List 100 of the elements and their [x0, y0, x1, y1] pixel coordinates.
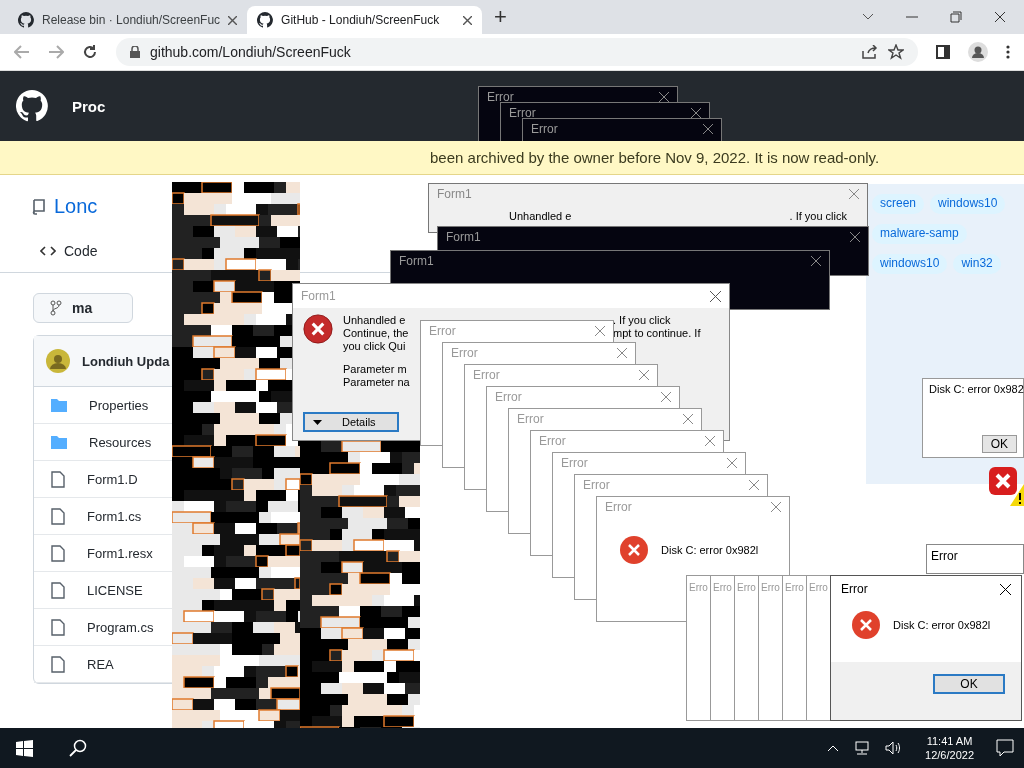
window-title: Error [473, 368, 500, 382]
window-title: Error [931, 549, 958, 563]
file-icon [51, 618, 65, 636]
github-logo-icon[interactable] [16, 90, 48, 122]
window-title: Erro [785, 582, 804, 593]
error-message: mpt to continue. If [613, 327, 701, 340]
topic-tag[interactable]: malware-samp [872, 224, 967, 244]
address-bar[interactable]: github.com/Londiuh/ScreenFuck [116, 38, 918, 66]
window-title: Erro [761, 582, 780, 593]
error-message: . If you click [789, 210, 847, 222]
browser-tab[interactable]: Release bin · Londiuh/ScreenFuc [8, 6, 248, 34]
error-icon [303, 314, 333, 344]
file-name-link[interactable]: Program.cs [87, 619, 154, 635]
file-name-link[interactable]: Form1.D [87, 471, 138, 487]
error-message: Unhandled e [509, 210, 572, 222]
window-title: Error [605, 500, 632, 514]
parameter-text: Parameter na [343, 376, 411, 389]
close-icon[interactable] [994, 11, 1006, 23]
window-title: Form1 [399, 254, 434, 268]
window-title: Erro [737, 582, 756, 593]
window-title: Form1 [446, 230, 481, 244]
close-icon[interactable] [710, 290, 721, 302]
repo-icon [32, 198, 46, 215]
file-name-link[interactable]: REA [87, 656, 114, 672]
browser-tab[interactable]: GitHub - Londiuh/ScreenFuck [247, 6, 483, 34]
side-panel-icon[interactable] [936, 45, 950, 59]
lock-icon [130, 46, 140, 58]
clock-date[interactable]: 12/6/2022 [925, 748, 974, 762]
new-tab-button[interactable]: + [494, 4, 507, 30]
error-message: Unhandled e [343, 314, 407, 327]
share-icon[interactable] [862, 45, 878, 59]
window-title: Error [487, 90, 514, 104]
ok-button[interactable]: OK [933, 674, 1005, 694]
star-icon[interactable] [888, 44, 904, 60]
clock-time[interactable]: 11:41 AM [926, 734, 973, 748]
file-name-link[interactable]: LICENSE [87, 582, 143, 598]
error-icon [851, 610, 881, 640]
code-tab[interactable]: Code [40, 243, 98, 259]
github-logo-icon [18, 12, 34, 28]
error-icon [619, 535, 649, 565]
commit-author[interactable]: Londiuh Upda [82, 353, 170, 369]
window-title: Erro [689, 582, 708, 593]
topic-tag[interactable]: screen [872, 194, 925, 214]
error-message: Disk C: error 0x982l [661, 544, 759, 556]
window-title: Error [495, 390, 522, 404]
file-icon [51, 544, 65, 562]
profile-avatar-icon[interactable] [968, 42, 988, 62]
window-title: Error [539, 434, 566, 448]
error-message: . If you click [613, 314, 672, 327]
caret-icon [313, 419, 322, 425]
file-icon [51, 470, 65, 488]
chevron-down-icon[interactable] [862, 13, 874, 21]
error-icon [988, 466, 1018, 496]
file-name-link[interactable]: Resources [89, 434, 152, 450]
tab-title: GitHub - Londiuh/ScreenFuck [281, 13, 441, 27]
tab-title: Release bin · Londiuh/ScreenFuc [42, 13, 221, 27]
window-title: Error [517, 412, 544, 426]
window-title: Error [509, 106, 536, 120]
window-title: Error [451, 346, 478, 360]
error-message: Disk C: error 0x982 [929, 383, 1024, 395]
code-icon [40, 246, 56, 256]
topic-tag[interactable]: win32 [953, 254, 1001, 274]
window-title: Error [561, 456, 588, 470]
parameter-text: Parameter m [343, 363, 408, 376]
file-name-link[interactable]: Properties [89, 397, 149, 413]
branch-button[interactable]: ma [33, 293, 134, 323]
restore-icon[interactable] [950, 11, 962, 23]
close-icon[interactable] [463, 15, 473, 25]
window-title: Erro [809, 582, 828, 593]
branch-icon [50, 300, 62, 316]
file-icon [51, 655, 65, 673]
reload-icon[interactable] [82, 44, 98, 60]
topic-tag[interactable]: windows10 [872, 254, 948, 274]
error-message: you click Qui [343, 340, 407, 353]
folder-icon [51, 398, 67, 412]
notification-icon[interactable] [996, 739, 1014, 757]
window-title: Error [583, 478, 610, 492]
network-icon[interactable] [853, 741, 872, 755]
close-icon[interactable] [1000, 583, 1011, 595]
window-title: Erro [713, 582, 732, 593]
repo-name-link[interactable]: Lonc [54, 195, 98, 218]
search-icon[interactable] [69, 739, 87, 757]
folder-icon [51, 435, 67, 449]
nav-link[interactable]: Proc [72, 97, 106, 115]
file-name-link[interactable]: Form1.cs [87, 508, 142, 524]
avatar-icon [46, 349, 70, 373]
error-message: Disk C: error 0x982l [893, 619, 991, 631]
topic-tag[interactable]: windows10 [930, 194, 1006, 214]
window-title: Error [531, 122, 558, 136]
window-title: Form1 [437, 187, 472, 201]
ok-button[interactable]: OK [981, 435, 1017, 453]
menu-icon[interactable] [1006, 45, 1010, 59]
file-icon [51, 581, 65, 599]
error-message: Continue, the [343, 327, 410, 340]
window-title: Form1 [301, 289, 336, 303]
windows-logo-icon[interactable] [16, 739, 33, 757]
details-button[interactable]: Details [303, 412, 399, 432]
chevron-up-icon[interactable] [827, 744, 840, 752]
file-name-link[interactable]: Form1.resx [87, 545, 153, 561]
window-title: Error [841, 582, 868, 596]
